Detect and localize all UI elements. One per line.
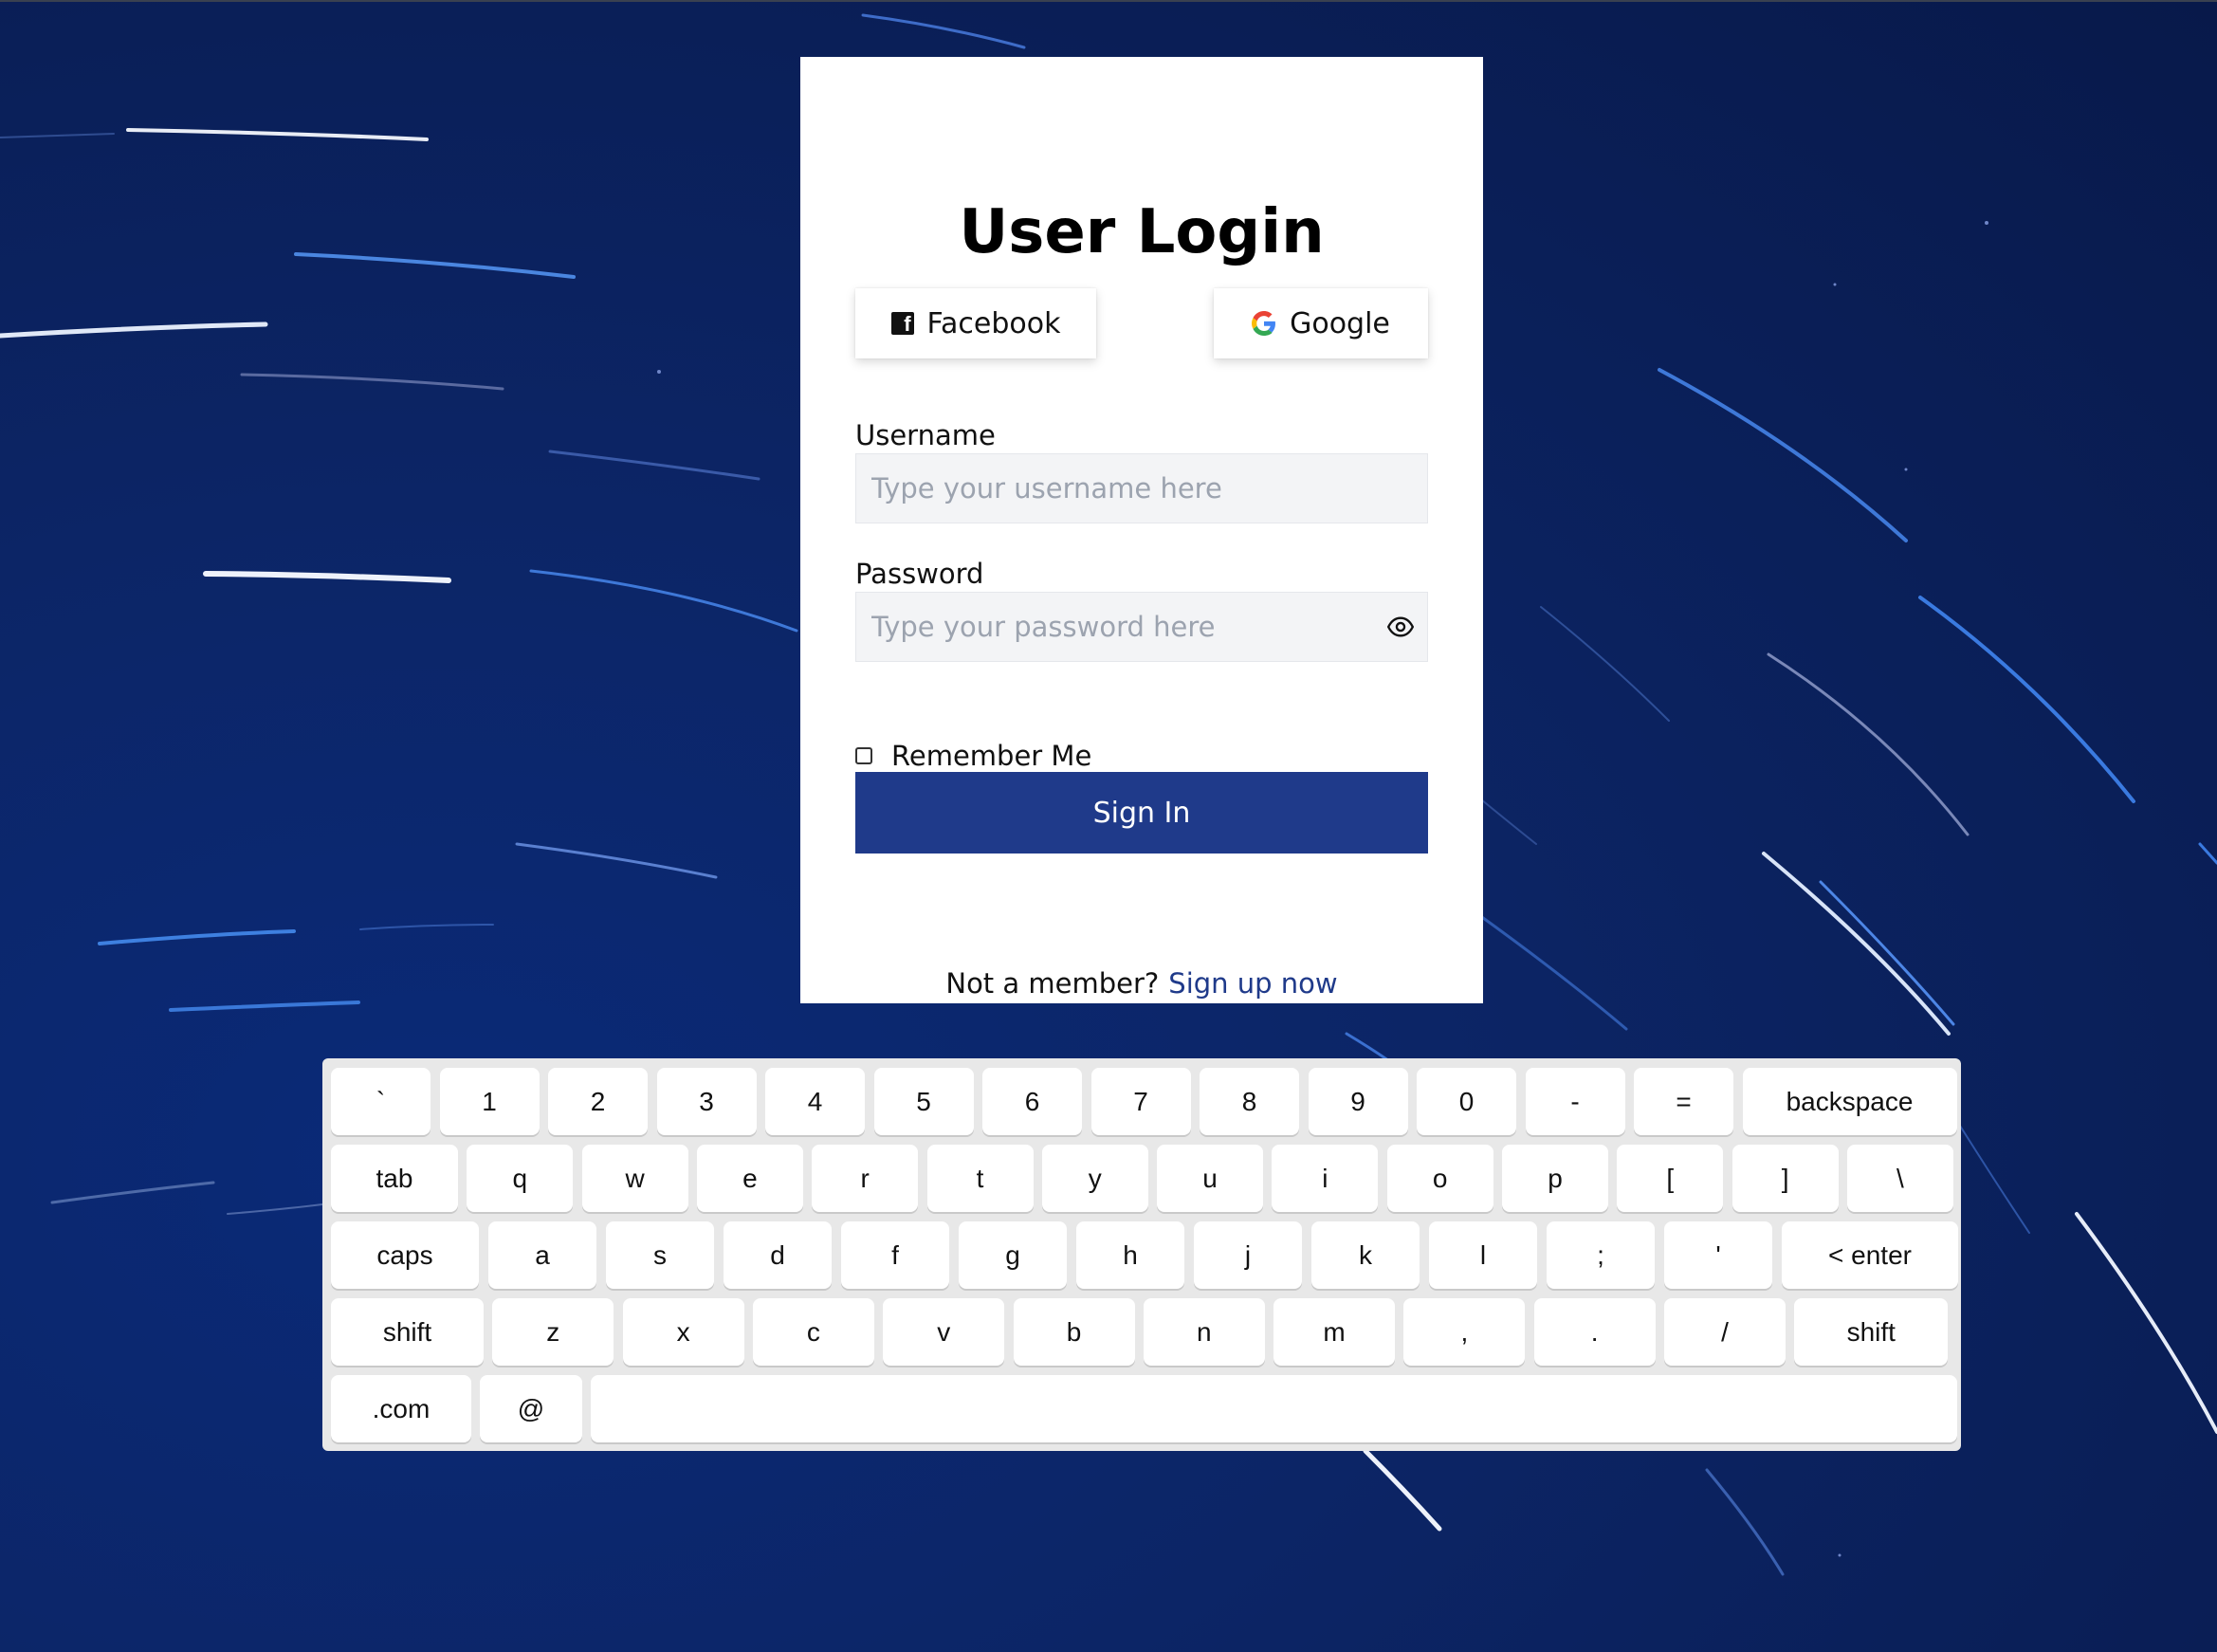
key-5[interactable]: 5 [873, 1068, 974, 1135]
remember-me-label: Remember Me [891, 740, 1092, 772]
key-a[interactable]: a [488, 1221, 596, 1289]
key-9[interactable]: 9 [1308, 1068, 1408, 1135]
key-u[interactable]: u [1157, 1145, 1264, 1212]
key-l[interactable]: l [1429, 1221, 1537, 1289]
key-t[interactable]: t [926, 1145, 1034, 1212]
key-h[interactable]: h [1076, 1221, 1184, 1289]
key-e[interactable]: e [696, 1145, 803, 1212]
facebook-login-label: Facebook [926, 306, 1061, 340]
key-g[interactable]: g [959, 1221, 1067, 1289]
key-minus[interactable]: - [1525, 1068, 1625, 1135]
key-at[interactable]: @ [480, 1375, 582, 1442]
signup-prompt: Not a member? Sign up now [800, 967, 1483, 1000]
key-2[interactable]: 2 [548, 1068, 648, 1135]
eye-icon[interactable] [1387, 614, 1414, 640]
signup-prompt-text: Not a member? [945, 967, 1160, 1000]
password-field[interactable] [855, 592, 1428, 662]
key-shift[interactable]: shift [331, 1298, 484, 1366]
key-n[interactable]: n [1143, 1298, 1265, 1366]
key-f[interactable]: f [841, 1221, 949, 1289]
page-title: User Login [959, 197, 1325, 267]
facebook-login-button[interactable]: f Facebook [855, 288, 1096, 358]
key-backspace[interactable]: backspace [1742, 1068, 1957, 1135]
key-x[interactable]: x [622, 1298, 744, 1366]
key-j[interactable]: j [1194, 1221, 1302, 1289]
key-1[interactable]: 1 [439, 1068, 540, 1135]
key-right-bracket[interactable]: ] [1731, 1145, 1839, 1212]
key-b[interactable]: b [1013, 1298, 1135, 1366]
key-k[interactable]: k [1311, 1221, 1420, 1289]
key-p[interactable]: p [1502, 1145, 1608, 1212]
key-y[interactable]: y [1041, 1145, 1148, 1212]
key-dot-com[interactable]: .com [331, 1375, 471, 1442]
key-caps[interactable]: caps [331, 1221, 479, 1289]
key-w[interactable]: w [581, 1145, 688, 1212]
virtual-keyboard: ` 1 2 3 4 5 6 7 8 9 0- = backspace tab q w e r t y u i o p[] \ ca… [322, 1058, 1961, 1451]
key-i[interactable]: i [1272, 1145, 1379, 1212]
key-6[interactable]: 6 [982, 1068, 1082, 1135]
google-login-button[interactable]: Google [1214, 288, 1428, 358]
key-slash[interactable]: / [1664, 1298, 1786, 1366]
key-q[interactable]: q [467, 1145, 574, 1212]
key-enter[interactable]: < enter [1782, 1221, 1958, 1289]
key-8[interactable]: 8 [1200, 1068, 1299, 1135]
key-z[interactable]: z [492, 1298, 614, 1366]
key-3[interactable]: 3 [656, 1068, 757, 1135]
username-label: Username [855, 419, 996, 451]
username-field[interactable] [855, 453, 1428, 523]
key-space[interactable] [591, 1375, 1957, 1442]
key-backslash[interactable]: \ [1846, 1145, 1953, 1212]
remember-me[interactable]: Remember Me [855, 740, 1091, 772]
login-card: User Login f Facebook Google Username Pa… [800, 57, 1483, 1003]
sign-up-link[interactable]: Sign up now [1168, 967, 1337, 1000]
key-quote[interactable]: ' [1664, 1221, 1772, 1289]
key-left-bracket[interactable]: [ [1617, 1145, 1724, 1212]
key-c[interactable]: c [752, 1298, 874, 1366]
password-input[interactable] [856, 593, 1427, 661]
key-4[interactable]: 4 [765, 1068, 865, 1135]
key-semicolon[interactable]: ; [1547, 1221, 1655, 1289]
key-o[interactable]: o [1386, 1145, 1493, 1212]
remember-me-checkbox[interactable] [855, 747, 872, 764]
key-7[interactable]: 7 [1090, 1068, 1191, 1135]
google-login-label: Google [1290, 306, 1390, 340]
key-m[interactable]: m [1273, 1298, 1396, 1366]
key-r[interactable]: r [812, 1145, 919, 1212]
key-0[interactable]: 0 [1417, 1068, 1516, 1135]
key-backtick[interactable]: ` [331, 1068, 431, 1135]
sign-in-button[interactable]: Sign In [855, 772, 1428, 854]
key-equals[interactable]: = [1634, 1068, 1733, 1135]
key-d[interactable]: d [724, 1221, 832, 1289]
key-tab[interactable]: tab [331, 1145, 458, 1212]
facebook-icon: f [890, 312, 914, 335]
username-input[interactable] [856, 454, 1427, 523]
key-s[interactable]: s [606, 1221, 714, 1289]
key-period[interactable]: . [1533, 1298, 1656, 1366]
key-v[interactable]: v [883, 1298, 1005, 1366]
password-label: Password [855, 558, 984, 590]
google-icon [1252, 311, 1276, 336]
key-shift[interactable]: shift [1794, 1298, 1949, 1366]
key-comma[interactable]: , [1403, 1298, 1526, 1366]
